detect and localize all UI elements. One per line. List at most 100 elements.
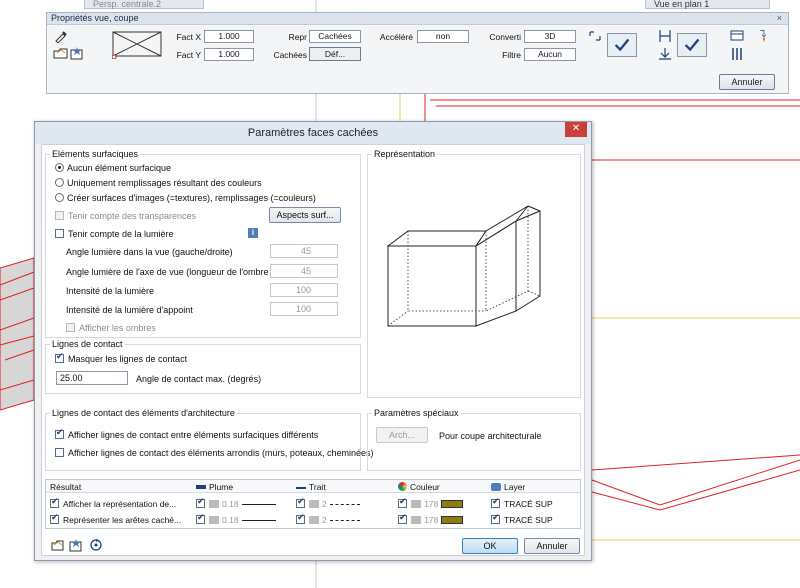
- checkbox[interactable]: [491, 497, 500, 508]
- dialog-title-bar[interactable]: Paramètres faces cachées ✕: [35, 122, 591, 144]
- converti-field[interactable]: 3D: [524, 30, 576, 43]
- view-preview-icon[interactable]: [112, 31, 162, 59]
- checkbox[interactable]: [50, 513, 59, 524]
- checkbox[interactable]: [398, 497, 407, 508]
- table-row[interactable]: Afficher la représentation de... 0.18 2 …: [46, 497, 580, 513]
- repr-field[interactable]: Cachées: [309, 30, 361, 43]
- row-plume-cell[interactable]: 0.18: [196, 497, 276, 509]
- arch-button[interactable]: Arch...: [376, 427, 428, 443]
- filtre-field[interactable]: Aucun: [524, 48, 576, 61]
- fact-x-field[interactable]: 1.000: [204, 30, 254, 43]
- checkbox[interactable]: [50, 497, 59, 508]
- reset-icon[interactable]: [89, 538, 103, 552]
- radio-fills-colors[interactable]: Uniquement remplissages résultant des co…: [55, 178, 262, 188]
- radio-textures[interactable]: Créer surfaces d'images (=textures), rem…: [55, 193, 316, 203]
- lower-limit-icon[interactable]: [657, 47, 673, 61]
- surface-aspects-button[interactable]: Aspects surf...: [269, 207, 341, 223]
- ok-button[interactable]: OK: [462, 538, 518, 554]
- row-label-cell[interactable]: Représenter les arêtes caché...: [50, 513, 181, 525]
- cancel-button[interactable]: Annuler: [524, 538, 580, 554]
- pipette-icon[interactable]: [53, 29, 69, 43]
- row-couleur-cell[interactable]: 178: [398, 513, 464, 525]
- toolbar-cancel-button[interactable]: Annuler: [719, 74, 775, 90]
- archi-contact-option-1[interactable]: Afficher lignes de contact entre élément…: [55, 428, 318, 440]
- checkbox[interactable]: [55, 448, 64, 457]
- transparency-checkbox[interactable]: Tenir compte des transparences: [55, 211, 196, 221]
- cachees-def-button[interactable]: Déf...: [309, 47, 361, 61]
- archi-contact-option-2[interactable]: Afficher lignes de contact des éléments …: [55, 448, 374, 458]
- couleur-value: 178: [424, 515, 439, 525]
- radio-button[interactable]: [55, 193, 64, 202]
- pen-icon: [196, 485, 206, 489]
- folder-open-icon[interactable]: [53, 46, 69, 60]
- light-angle-view-field[interactable]: 45: [270, 244, 338, 258]
- row-label: Afficher la représentation de...: [63, 499, 177, 509]
- checkbox[interactable]: [55, 211, 64, 220]
- checkbox[interactable]: [398, 513, 407, 524]
- special-params-title: Paramètres spéciaux: [372, 408, 461, 418]
- row-trait-cell[interactable]: 2: [296, 513, 360, 525]
- light-intensity-field[interactable]: 100: [270, 283, 338, 297]
- checkbox[interactable]: [196, 513, 205, 524]
- color-wheel-icon: [398, 482, 407, 491]
- row-layer-cell[interactable]: TRACÉ SUP: [491, 513, 553, 525]
- fill-light-intensity-field[interactable]: 100: [270, 302, 338, 316]
- checkbox-label: Masquer les lignes de contact: [68, 354, 188, 364]
- folder-open-icon[interactable]: [51, 538, 65, 552]
- checkbox[interactable]: [491, 513, 500, 524]
- favorite-save-icon[interactable]: [69, 538, 83, 552]
- light-checkbox[interactable]: Tenir compte de la lumière: [55, 229, 174, 239]
- radio-label: Uniquement remplissages résultant des co…: [67, 178, 262, 188]
- row-layer-cell[interactable]: TRACÉ SUP: [491, 497, 553, 509]
- converti-label: Converti: [489, 32, 521, 42]
- favorite-save-icon[interactable]: [69, 46, 85, 60]
- accelere-field[interactable]: non: [417, 30, 469, 43]
- checkbox[interactable]: [66, 323, 75, 332]
- header-layer-label: Layer: [504, 482, 526, 492]
- dialog-close-button[interactable]: ✕: [565, 122, 587, 137]
- checkbox[interactable]: [296, 497, 305, 508]
- light-angle-axis-field[interactable]: 45: [270, 264, 338, 278]
- contact-angle-field[interactable]: 25.00: [56, 371, 128, 385]
- color-sample: [441, 500, 464, 508]
- scale-arrows-icon[interactable]: [587, 29, 603, 43]
- radio-button[interactable]: [55, 163, 64, 172]
- row-trait-cell[interactable]: 2: [296, 497, 360, 509]
- tab-persp-centrale[interactable]: Persp. centrale.2: [84, 0, 204, 9]
- layer-window-icon[interactable]: [729, 29, 745, 43]
- info-icon[interactable]: i: [248, 228, 258, 238]
- table-row[interactable]: Représenter les arêtes caché... 0.18 2 1…: [46, 513, 580, 529]
- fact-y-label: Fact Y: [176, 50, 201, 60]
- checkbox[interactable]: [296, 513, 305, 524]
- checkbox[interactable]: [55, 428, 64, 439]
- line-swatch-icon: [309, 516, 319, 524]
- radio-button[interactable]: [55, 178, 64, 187]
- columns-icon[interactable]: [729, 47, 745, 61]
- apply-check-button-2[interactable]: [677, 33, 707, 57]
- header-trait-label: Trait: [309, 482, 326, 492]
- row-plume-cell[interactable]: 0.18: [196, 513, 276, 525]
- cachees-label: Cachées: [273, 50, 307, 60]
- row-label-cell[interactable]: Afficher la représentation de...: [50, 497, 177, 509]
- row-couleur-cell[interactable]: 178: [398, 497, 464, 509]
- checkbox[interactable]: [196, 497, 205, 508]
- layer-arrow-icon[interactable]: [755, 29, 771, 43]
- header-resultat: Résultat: [50, 482, 82, 492]
- checkbox[interactable]: [55, 229, 64, 238]
- checkbox[interactable]: [55, 352, 64, 363]
- height-range-icon[interactable]: [657, 29, 673, 43]
- dialog-body: Eléments surfaciques Aucun élément surfa…: [41, 144, 585, 556]
- radio-no-surface[interactable]: Aucun élément surfacique: [55, 163, 171, 173]
- hidden-faces-dialog: Paramètres faces cachées ✕ Eléments surf…: [34, 121, 592, 561]
- checkbox-label: Tenir compte des transparences: [68, 211, 197, 221]
- fill-light-intensity-label: Intensité de la lumière d'appoint: [66, 305, 193, 315]
- header-couleur: Couleur: [398, 482, 440, 492]
- light-angle-view-label: Angle lumière dans la vue (gauche/droite…: [66, 247, 233, 257]
- apply-check-button[interactable]: [607, 33, 637, 57]
- shadows-checkbox[interactable]: Afficher les ombres: [66, 323, 156, 333]
- fact-y-field[interactable]: 1.000: [204, 48, 254, 61]
- close-icon[interactable]: ×: [777, 13, 782, 24]
- dialog-title: Paramètres faces cachées: [247, 127, 379, 139]
- tab-vue-en-plan[interactable]: Vue en plan 1: [645, 0, 770, 9]
- hide-contact-lines-checkbox[interactable]: Masquer les lignes de contact: [55, 352, 188, 364]
